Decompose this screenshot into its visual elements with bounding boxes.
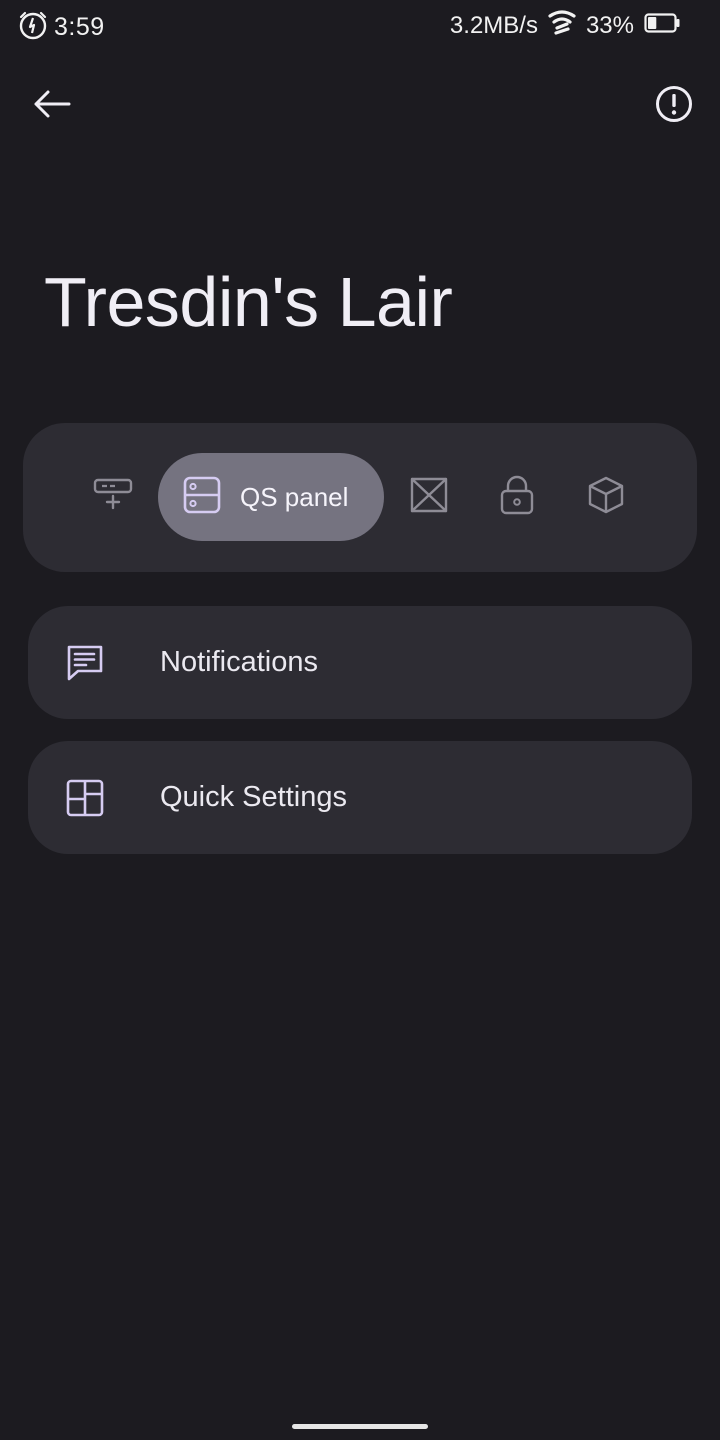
info-button[interactable] — [646, 78, 702, 134]
tab-add-to-panel[interactable] — [87, 453, 139, 541]
alarm-icon — [18, 10, 48, 45]
info-circle-icon — [654, 84, 694, 129]
arrow-left-icon — [32, 89, 72, 124]
tab-lock-screen[interactable] — [497, 453, 537, 541]
network-speed: 3.2MB/s — [449, 11, 538, 39]
media-bowtie-icon — [409, 475, 449, 520]
gesture-nav-handle[interactable] — [292, 1424, 428, 1429]
tab-qs-panel[interactable]: QS panel — [158, 453, 384, 541]
list-item-label: Quick Settings — [160, 781, 347, 813]
battery-percent: 33% — [585, 11, 634, 39]
cube-icon — [586, 475, 626, 520]
tab-qs-panel-label: QS panel — [240, 481, 349, 512]
list-item-quick-settings[interactable]: Quick Settings — [28, 741, 692, 854]
tab-media[interactable] — [407, 453, 451, 541]
add-to-panel-icon — [93, 477, 133, 518]
status-bar: 3:59 3.2MB/s 33% — [0, 0, 720, 54]
status-time: 3:59 — [54, 13, 105, 41]
screen: 3:59 3.2MB/s 33% Tresdin's Lair QS panel… — [0, 0, 720, 1440]
qs-panel-icon — [182, 475, 222, 520]
list-item-label: Notifications — [160, 646, 318, 678]
section-tab-bar: QS panel — [23, 423, 697, 572]
notification-message-icon — [64, 642, 106, 684]
battery-icon — [644, 13, 680, 38]
back-button[interactable] — [22, 80, 82, 132]
list-item-notifications[interactable]: Notifications — [28, 606, 692, 719]
page-title: Tresdin's Lair — [44, 263, 453, 341]
grid-layout-icon — [64, 777, 106, 819]
tab-modules[interactable] — [585, 453, 627, 541]
wifi-icon — [548, 10, 576, 41]
status-bar-left: 3:59 — [18, 10, 105, 45]
status-bar-right: 3.2MB/s 33% — [450, 10, 680, 41]
lock-icon — [499, 474, 535, 521]
